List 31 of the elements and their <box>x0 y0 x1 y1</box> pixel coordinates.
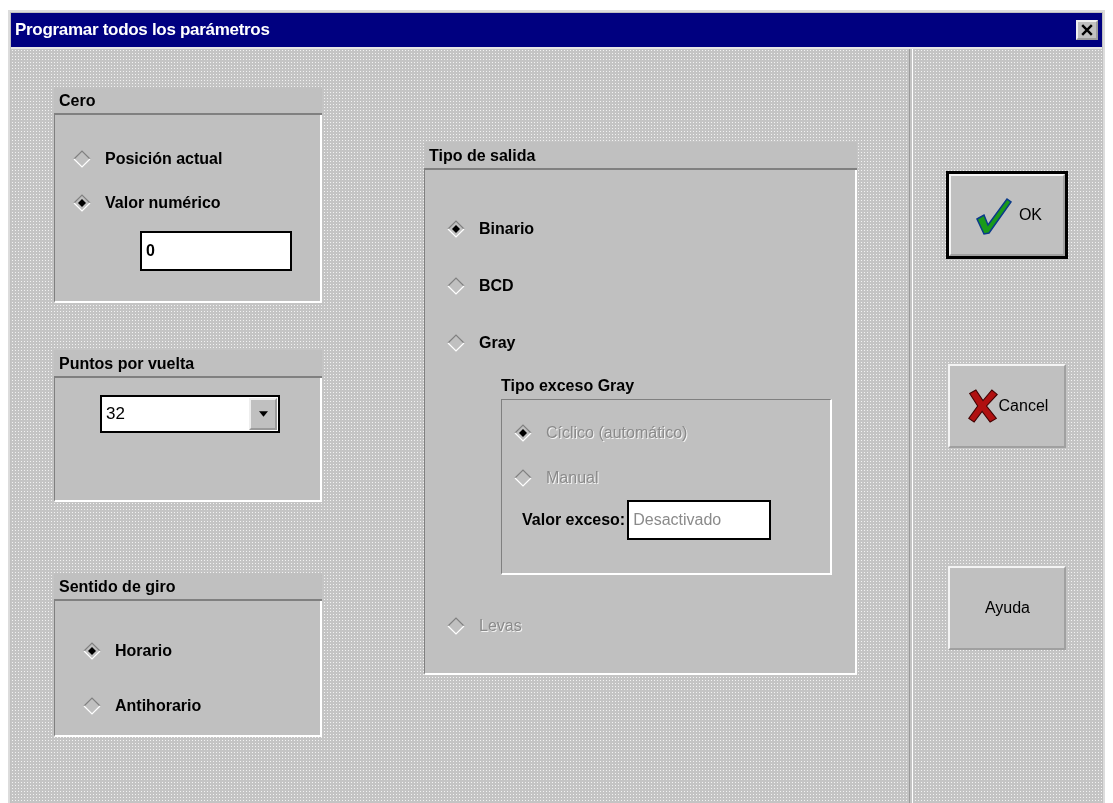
combo-box[interactable]: 32 <box>100 395 280 433</box>
ok-button[interactable]: OK <box>949 174 1066 256</box>
radio-button[interactable] <box>447 219 465 238</box>
group-header: Tipo exceso Gray <box>501 376 636 396</box>
radio-button[interactable] <box>447 276 465 295</box>
radio-button[interactable] <box>73 194 91 212</box>
field-label: Valor exceso: <box>522 511 626 529</box>
x-icon <box>966 387 999 425</box>
close-icon <box>1081 24 1093 36</box>
close-button[interactable] <box>1076 20 1098 40</box>
radio-button[interactable] <box>83 696 101 715</box>
group-header: Sentido de giro <box>54 573 322 601</box>
radio-label: Antihorario <box>115 696 202 715</box>
help-button[interactable]: Ayuda <box>948 566 1067 650</box>
radio-label: Horario <box>115 641 172 660</box>
dropdown-button[interactable] <box>249 398 277 430</box>
radio-label: Valor numérico <box>105 194 221 212</box>
cancel-button[interactable]: Cancel <box>948 364 1067 448</box>
window-title: Programar todos los parámetros <box>15 20 270 40</box>
input-field[interactable]: 0 <box>140 231 292 271</box>
radio-label: Binario <box>479 219 535 238</box>
radio-button[interactable] <box>73 150 91 168</box>
radio-label: BCD <box>479 276 514 295</box>
group-header: Tipo de salida <box>424 142 857 170</box>
radio-label: Gray <box>479 333 516 352</box>
caret-icon <box>258 411 268 417</box>
radio-label: Posición actual <box>105 150 223 168</box>
radio-button[interactable] <box>447 333 465 352</box>
radio-button[interactable] <box>83 641 101 660</box>
group-header: Puntos por vuelta <box>54 350 322 378</box>
group-header: Cero <box>54 87 322 115</box>
